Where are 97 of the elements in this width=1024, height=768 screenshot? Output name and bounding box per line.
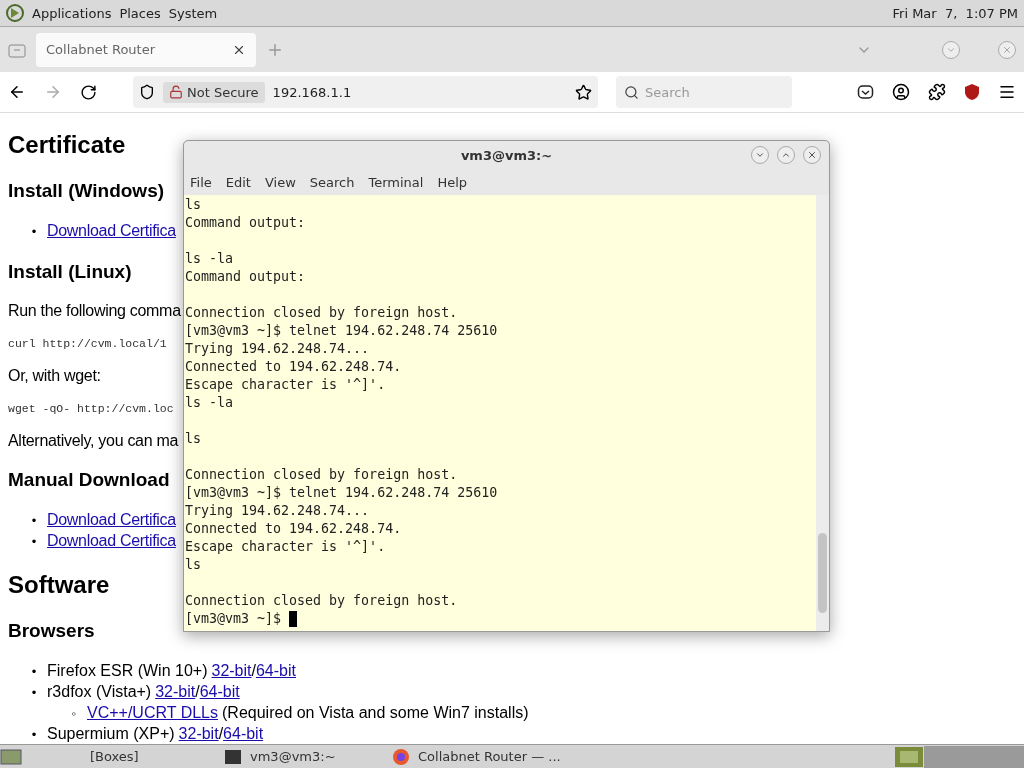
terminal-line: Command output:	[185, 268, 306, 286]
terminal-line: Connected to 194.62.248.74.	[185, 358, 402, 376]
terminal-line: ls -la	[185, 394, 234, 412]
bullet: •	[30, 663, 38, 681]
terminal-line: Escape character is '^]'.	[185, 538, 386, 556]
url-text: 192.168.1.1	[272, 84, 353, 100]
terminal-icon	[224, 748, 242, 765]
bullet: •	[30, 512, 38, 530]
browser-tab[interactable]: Collabnet Router	[36, 32, 256, 67]
not-secure-indicator[interactable]: Not Secure	[163, 81, 265, 103]
download-link[interactable]: VC++/UCRT DLLs	[87, 703, 218, 723]
heading: Certificate	[8, 131, 126, 159]
terminal-line: Escape character is '^]'.	[185, 376, 386, 394]
terminal-line: Connection closed by foreign host.	[185, 466, 458, 484]
software-name: Firefox ESR (Win 10+)	[47, 661, 208, 681]
bullet: •	[30, 726, 38, 744]
distro-logo-icon[interactable]	[6, 4, 24, 22]
search-icon	[624, 84, 639, 100]
star-icon[interactable]	[575, 83, 592, 101]
download-link[interactable]: 32-bit	[211, 662, 252, 679]
chevron-up-icon	[781, 150, 791, 160]
terminal-line: [vm3@vm3 ~]$	[185, 610, 283, 628]
workspace-switcher[interactable]	[924, 745, 1024, 768]
scrollbar[interactable]	[816, 195, 829, 631]
address-bar[interactable]: Not Secure 192.168.1.1	[133, 76, 598, 108]
code-line: curl http://cvm.local/1	[8, 337, 167, 350]
download-link[interactable]: Download Certifica	[47, 531, 176, 551]
terminal-line: [vm3@vm3 ~]$ telnet 194.62.248.74 25610	[185, 484, 498, 502]
note: (Required on Vista and some Win7 installs)	[222, 703, 529, 723]
bullet: ◦	[70, 705, 78, 723]
paragraph: Alternatively, you can ma	[8, 432, 179, 450]
download-link[interactable]: 64-bit	[255, 662, 296, 679]
panel-menu[interactable]: Places	[119, 5, 161, 21]
account-icon[interactable]	[892, 83, 910, 101]
shield-icon	[964, 83, 980, 101]
menu-icon[interactable]	[998, 83, 1016, 101]
subheading: Install (Linux)	[8, 261, 132, 283]
terminal-line: Connection closed by foreign host.	[185, 592, 458, 610]
terminal-menu[interactable]: View	[264, 174, 296, 190]
paragraph: Run the following comma	[8, 302, 181, 320]
terminal-line: Command output:	[185, 214, 306, 232]
window-title: vm3@vm3:~	[460, 147, 553, 163]
subheading: Browsers	[8, 620, 95, 642]
download-link[interactable]: Download Certifica	[47, 221, 176, 241]
separator: /	[195, 683, 200, 700]
terminal-menu[interactable]: Edit	[225, 174, 251, 190]
software-name: Supermium (XP+)	[47, 724, 175, 744]
separator: /	[218, 725, 224, 742]
download-link[interactable]: 64-bit	[199, 683, 240, 700]
download-link[interactable]: 32-bit	[155, 683, 196, 700]
terminal-line: Connected to 194.62.248.74.	[185, 520, 402, 538]
terminal-line: ls -la	[185, 250, 234, 268]
shield-icon[interactable]	[139, 84, 155, 100]
terminal-line: Trying 194.62.248.74...	[185, 502, 370, 520]
terminal-menu[interactable]: Help	[437, 174, 468, 190]
download-link[interactable]: 32-bit	[178, 725, 219, 742]
separator: /	[251, 662, 256, 679]
close-icon	[1002, 44, 1012, 55]
reload-icon[interactable]	[80, 83, 97, 101]
tab-manager-icon	[8, 41, 26, 58]
paragraph: Or, with wget:	[8, 367, 101, 385]
terminal-line: Trying 194.62.248.74...	[185, 340, 370, 358]
bullet: •	[30, 684, 38, 702]
bullet: •	[30, 533, 38, 551]
pocket-icon	[857, 83, 874, 101]
terminal-line: ls	[185, 196, 201, 214]
bullet: •	[30, 223, 38, 241]
terminal-menu[interactable]: File	[190, 174, 212, 190]
terminal-menu[interactable]: Search	[309, 174, 355, 190]
back-icon[interactable]	[8, 83, 26, 101]
taskbar-item[interactable]: Collabnet Router — ...	[388, 747, 565, 766]
terminal-window[interactable]	[183, 140, 830, 632]
browser-icon	[392, 747, 410, 766]
terminal-line: [vm3@vm3 ~]$ telnet 194.62.248.74 25610	[185, 322, 498, 340]
code-line: wget -qO- http://cvm.loc	[8, 402, 174, 415]
terminal-menu[interactable]: Terminal	[368, 174, 424, 190]
subheading: Manual Download	[8, 469, 170, 491]
download-link[interactable]: Download Certifica	[47, 510, 176, 530]
software-name: r3dfox (Vista+)	[47, 682, 152, 702]
download-link[interactable]: 64-bit	[223, 725, 264, 742]
panel-menu[interactable]: System	[168, 5, 218, 21]
close-button[interactable]	[803, 146, 821, 164]
subheading: Install (Windows)	[8, 180, 165, 202]
workspace-icon	[894, 745, 924, 768]
close-icon	[807, 150, 817, 160]
lock-icon	[169, 85, 183, 99]
heading: Software	[8, 571, 110, 599]
chevron-down-icon	[755, 150, 765, 160]
taskbar-item[interactable]: vm3@vm3:~	[220, 748, 388, 765]
panel-menu[interactable]: Applications	[32, 5, 112, 21]
terminal-line: ls	[185, 556, 201, 574]
terminal-line: Connection closed by foreign host.	[185, 304, 458, 322]
desktop-icon	[0, 747, 22, 766]
terminal-line: ls	[185, 430, 201, 448]
clock: Fri Mar 7, 1:07 PM	[892, 5, 1018, 21]
extensions-icon[interactable]	[928, 83, 946, 101]
taskbar-item[interactable]: [Boxes]	[52, 749, 220, 764]
